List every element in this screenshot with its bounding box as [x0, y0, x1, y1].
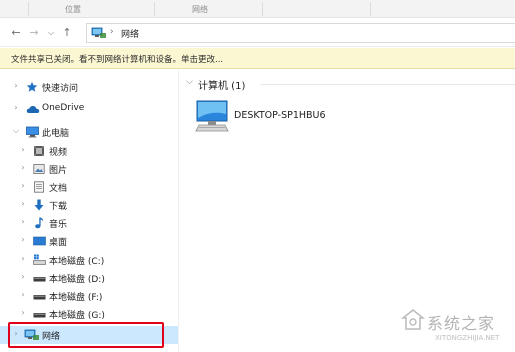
tree-label: 本地磁盘 (F:) — [49, 293, 103, 303]
ribbon-separator — [262, 2, 263, 16]
tree-item-downloads[interactable]: › 下载 — [0, 196, 178, 214]
chevron-down-icon[interactable]: ⌵ — [12, 126, 20, 136]
back-button[interactable]: ← — [9, 25, 23, 41]
star-icon — [26, 81, 38, 93]
file-sharing-infobar[interactable]: 文件共享已关闭。看不到网络计算机和设备。单击更改... — [0, 48, 515, 69]
tree-label: 本地磁盘 (D:) — [49, 275, 105, 285]
tree-item-desktop[interactable]: › 桌面 — [0, 232, 178, 250]
tree-item-documents[interactable]: › 文档 — [0, 178, 178, 196]
tree-label: 视频 — [49, 148, 68, 158]
drive-icon — [33, 290, 46, 302]
tree-item-drive-f[interactable]: › 本地磁盘 (F:) — [0, 287, 178, 305]
watermark-text: 系统之家 — [427, 314, 496, 333]
tree-label: 音乐 — [49, 220, 68, 230]
computer-icon — [26, 126, 39, 138]
desktop-icon — [33, 235, 46, 247]
chevron-right-icon[interactable]: › — [19, 308, 27, 318]
chevron-right-icon[interactable]: › — [19, 199, 27, 209]
recent-locations-button[interactable]: ⌵ — [44, 25, 58, 41]
picture-icon — [33, 163, 45, 175]
computer-name: DESKTOP-SP1HBU6 — [234, 110, 326, 121]
chevron-right-icon[interactable]: › — [19, 290, 27, 300]
tree-label: 此电脑 — [42, 129, 70, 139]
tree-item-drive-d[interactable]: › 本地磁盘 (D:) — [0, 269, 178, 287]
tree-label: 快速访问 — [42, 84, 79, 94]
drive-icon — [33, 308, 46, 320]
cloud-icon — [26, 103, 40, 115]
tree-label: 图片 — [49, 166, 68, 176]
drive-icon — [33, 272, 46, 284]
tree-item-quick-access[interactable]: › 快速访问 — [0, 78, 178, 96]
site-watermark: 系统之家 XITONGZHIJIA.NET — [395, 300, 515, 352]
music-note-icon — [33, 217, 45, 229]
chevron-right-icon[interactable]: › — [19, 217, 27, 227]
download-arrow-icon — [33, 199, 45, 211]
computer-icon — [194, 98, 230, 137]
tree-label: 桌面 — [49, 238, 68, 248]
ribbon-separator — [154, 2, 155, 16]
tree-item-this-pc[interactable]: ⌵ 此电脑 — [0, 123, 178, 141]
network-icon — [91, 27, 107, 42]
chevron-right-icon[interactable]: › — [19, 163, 27, 173]
navigation-bar: ← → ⌵ ↑ › 网络 — [0, 19, 515, 47]
up-button[interactable]: ↑ — [60, 25, 74, 41]
chevron-right-icon[interactable]: › — [19, 272, 27, 282]
address-path[interactable]: 网络 — [121, 27, 139, 40]
ribbon-group-location[interactable]: 位置 — [65, 4, 81, 15]
tree-item-drive-c[interactable]: › 本地磁盘 (C:) — [0, 251, 178, 269]
chevron-right-icon[interactable]: › — [19, 254, 27, 264]
ribbon-group-network[interactable]: 网络 — [192, 4, 208, 15]
chevron-down-icon[interactable]: ⌵ — [186, 77, 193, 87]
path-separator: › — [110, 27, 114, 37]
tree-item-drive-g[interactable]: › 本地磁盘 (G:) — [0, 305, 178, 323]
forward-button[interactable]: → — [27, 25, 41, 41]
network-computer-item[interactable]: DESKTOP-SP1HBU6 — [192, 96, 362, 136]
watermark-url: XITONGZHIJIA.NET — [435, 334, 500, 342]
infobar-text[interactable]: 文件共享已关闭。看不到网络计算机和设备。单击更改... — [11, 55, 223, 65]
tree-item-onedrive[interactable]: › OneDrive — [0, 100, 178, 118]
tree-label: 本地磁盘 (C:) — [49, 257, 105, 267]
tree-label: 本地磁盘 (G:) — [49, 311, 105, 321]
tree-label: 文档 — [49, 184, 68, 194]
group-header-computers[interactable]: 计算机 (1) — [198, 77, 245, 92]
chevron-right-icon[interactable]: › — [12, 103, 20, 113]
chevron-right-icon[interactable]: › — [19, 145, 27, 155]
ribbon-separator — [28, 2, 29, 16]
group-header-divider — [260, 84, 515, 85]
chevron-right-icon[interactable]: › — [19, 235, 27, 245]
chevron-right-icon[interactable]: › — [19, 181, 27, 191]
tree-label: OneDrive — [42, 103, 85, 113]
video-icon — [33, 145, 45, 157]
watermark-logo-icon — [401, 308, 425, 330]
system-drive-icon — [33, 254, 46, 266]
tree-item-music[interactable]: › 音乐 — [0, 214, 178, 232]
document-icon — [33, 181, 45, 193]
pane-divider[interactable] — [178, 70, 179, 352]
highlight-box — [8, 322, 164, 348]
tree-label: 下载 — [49, 202, 68, 212]
tree-item-videos[interactable]: › 视频 — [0, 142, 178, 160]
tree-item-pictures[interactable]: › 图片 — [0, 160, 178, 178]
ribbon-separator — [370, 2, 371, 16]
chevron-right-icon[interactable]: › — [12, 81, 20, 91]
address-bar[interactable]: › 网络 — [86, 23, 515, 43]
ribbon: 位置 网络 — [0, 0, 515, 18]
